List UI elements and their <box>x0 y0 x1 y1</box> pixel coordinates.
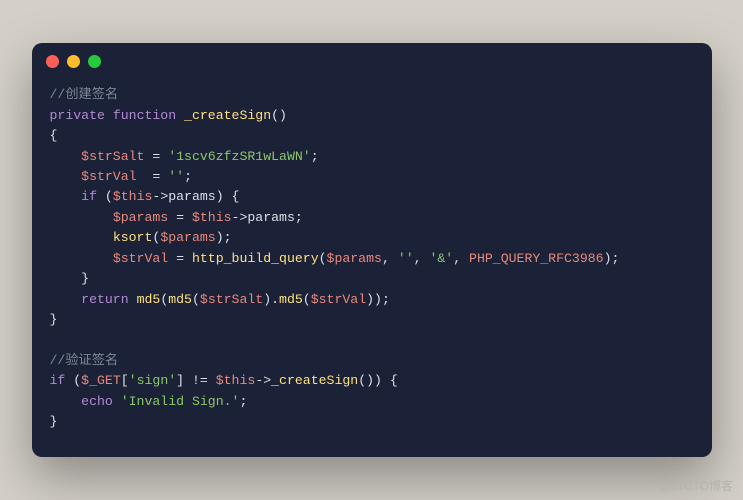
keyword: return <box>81 292 128 307</box>
variable: $this <box>192 210 232 225</box>
function-call: http_build_query <box>192 251 319 266</box>
string: 'sign' <box>129 373 176 388</box>
variable: $strVal <box>311 292 366 307</box>
variable: $params <box>113 210 168 225</box>
constant: PHP_QUERY_RFC3986 <box>469 251 604 266</box>
keyword: if <box>50 373 66 388</box>
titlebar <box>32 43 712 79</box>
variable: $params <box>160 230 215 245</box>
string: 'Invalid Sign.' <box>121 394 240 409</box>
string: '' <box>398 251 414 266</box>
string: '&' <box>429 251 453 266</box>
keyword: private <box>50 108 105 123</box>
function-call: ksort <box>113 230 153 245</box>
maximize-icon[interactable] <box>88 55 101 68</box>
function-call: md5 <box>279 292 303 307</box>
minimize-icon[interactable] <box>67 55 80 68</box>
comment: //创建签名 <box>50 87 119 102</box>
property: params <box>247 210 294 225</box>
function-call: md5 <box>168 292 192 307</box>
string: '' <box>168 169 184 184</box>
keyword: if <box>81 189 97 204</box>
code-window: //创建签名 private function _createSign() { … <box>32 43 712 457</box>
comment: //验证签名 <box>50 353 119 368</box>
variable: $this <box>113 189 153 204</box>
keyword: echo <box>81 394 113 409</box>
variable: $_GET <box>81 373 121 388</box>
function-call: _createSign <box>271 373 358 388</box>
function-call: md5 <box>137 292 161 307</box>
keyword: function <box>113 108 176 123</box>
function-name: _createSign <box>184 108 271 123</box>
property: params <box>168 189 215 204</box>
code-block: //创建签名 private function _createSign() { … <box>32 79 712 457</box>
watermark: @51CTO博客 <box>658 477 733 494</box>
variable: $strVal <box>113 251 168 266</box>
close-icon[interactable] <box>46 55 59 68</box>
variable: $params <box>327 251 382 266</box>
string: '1scv6zfzSR1wLaWN' <box>168 149 310 164</box>
variable: $strVal <box>81 169 136 184</box>
variable: $this <box>216 373 256 388</box>
variable: $strSalt <box>81 149 144 164</box>
variable: $strSalt <box>200 292 263 307</box>
